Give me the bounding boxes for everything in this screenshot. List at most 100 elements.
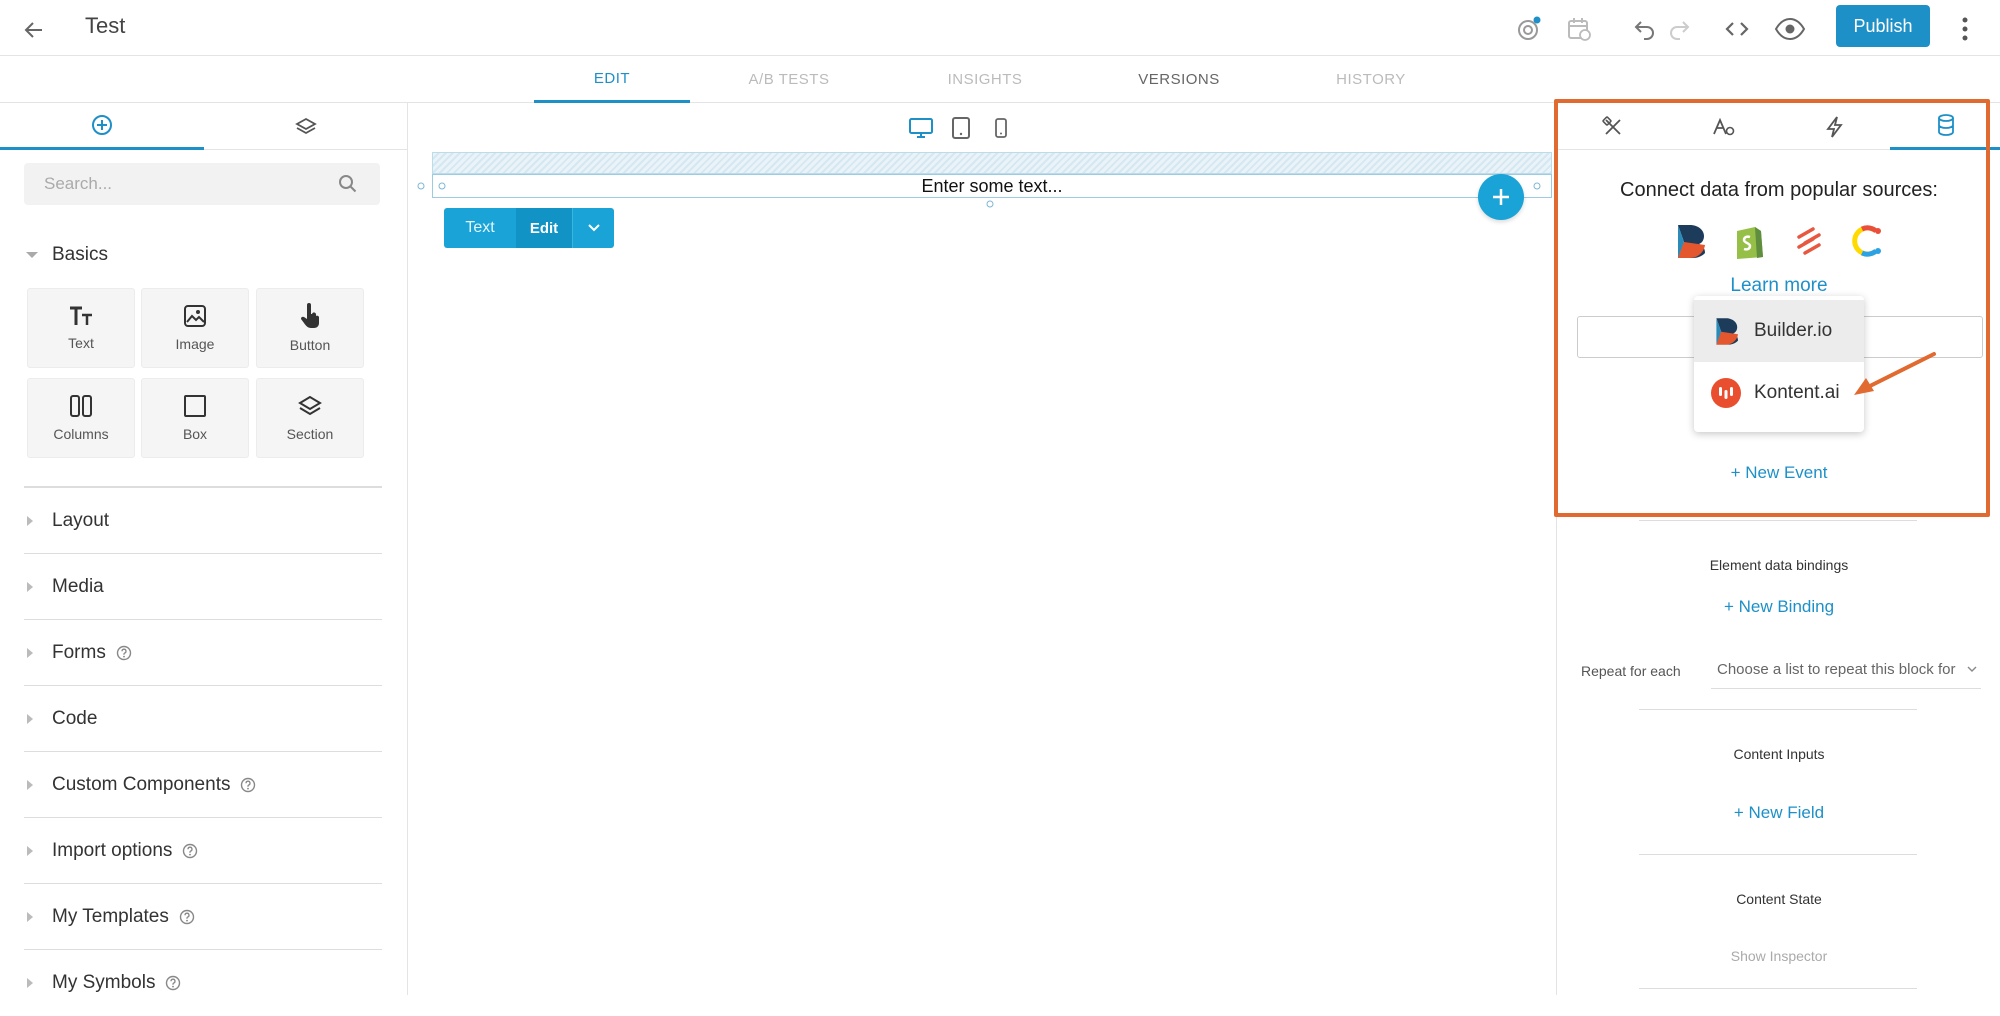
tab-versions[interactable]: VERSIONS: [1100, 56, 1258, 103]
data-source-dropdown: Builder.io Kontent.ai: [1694, 296, 1864, 432]
block-button[interactable]: Button: [256, 288, 364, 368]
section-basics-header[interactable]: Basics: [24, 225, 108, 285]
right-panel: Connect data from popular sources: Learn…: [1556, 103, 2000, 995]
box-icon: [184, 395, 206, 417]
code-icon[interactable]: [1718, 10, 1756, 48]
search-field[interactable]: [24, 163, 380, 205]
resize-handle-inner-left[interactable]: [437, 181, 447, 191]
block-label: Columns: [53, 426, 109, 442]
dropdown-item-kontent-ai[interactable]: Kontent.ai: [1694, 362, 1864, 424]
tab-insert[interactable]: [0, 103, 204, 150]
help-icon[interactable]: [116, 645, 132, 661]
element-bindings-title: Element data bindings: [1709, 557, 1849, 573]
caret-right-icon: [24, 580, 48, 594]
builder-io-logo[interactable]: [1670, 221, 1710, 261]
section-custom-components[interactable]: Custom Components: [24, 752, 382, 818]
undo-icon[interactable]: [1626, 10, 1664, 48]
text-block[interactable]: Enter some text...: [432, 174, 1552, 198]
search-icon[interactable]: [338, 174, 358, 194]
page-title[interactable]: Test: [85, 12, 125, 40]
tab-typography[interactable]: [1668, 103, 1779, 150]
section-code[interactable]: Code: [24, 686, 382, 752]
new-binding-link[interactable]: + New Binding: [1557, 597, 2000, 617]
tab-interactions[interactable]: [1779, 103, 1890, 150]
tab-edit[interactable]: EDIT: [534, 56, 690, 103]
block-image[interactable]: Image: [141, 288, 249, 368]
section-label: Layout: [52, 509, 110, 531]
section-layout[interactable]: Layout: [24, 488, 382, 554]
caret-right-icon: [24, 646, 48, 660]
help-icon[interactable]: [179, 909, 195, 925]
shopify-logo[interactable]: [1729, 221, 1769, 261]
section-forms[interactable]: Forms: [24, 620, 382, 686]
back-arrow-icon[interactable]: [16, 12, 52, 48]
section-import-options[interactable]: Import options: [24, 818, 382, 884]
block-label: Image: [175, 336, 215, 352]
content-inputs-title: Content Inputs: [1733, 746, 1825, 762]
search-input[interactable]: [44, 163, 324, 205]
tab-style[interactable]: [1557, 103, 1668, 150]
section-label: Code: [52, 707, 98, 729]
swell-logo[interactable]: [1789, 221, 1829, 261]
new-field-link[interactable]: + New Field: [1557, 803, 2000, 823]
layers-icon: [298, 395, 322, 416]
section-my-symbols[interactable]: My Symbols: [24, 950, 382, 1016]
main-tabs: EDIT A/B TESTS INSIGHTS VERSIONS HISTORY: [0, 56, 2000, 103]
block-text[interactable]: Text: [27, 288, 135, 368]
tablet-icon[interactable]: [946, 113, 976, 143]
tab-insights[interactable]: INSIGHTS: [906, 56, 1064, 103]
schedule-icon[interactable]: [1560, 10, 1598, 48]
tab-ab-tests[interactable]: A/B TESTS: [710, 56, 868, 103]
tab-layers[interactable]: [204, 103, 408, 150]
block-label: Button: [289, 337, 331, 353]
hand-pointer-icon: [300, 303, 319, 328]
caret-right-icon: [24, 778, 48, 792]
resize-handle-bottom[interactable]: [985, 199, 995, 209]
caret-right-icon: [24, 514, 48, 528]
contentful-logo[interactable]: [1849, 221, 1889, 261]
new-event-link[interactable]: + New Event: [1557, 463, 2000, 483]
help-icon[interactable]: [165, 975, 181, 991]
learn-more-link[interactable]: Learn more: [1557, 275, 2000, 297]
repeat-for-each-label: Repeat for each: [1581, 663, 1681, 679]
tab-data[interactable]: [1890, 103, 2000, 150]
tab-history[interactable]: HISTORY: [1292, 56, 1450, 103]
more-vert-icon[interactable]: [1946, 10, 1984, 48]
help-icon[interactable]: [240, 777, 256, 793]
mobile-icon[interactable]: [986, 113, 1016, 143]
caret-down-icon: [26, 252, 38, 258]
section-label: Forms: [52, 641, 106, 663]
block-box[interactable]: Box: [141, 378, 249, 458]
redo-icon[interactable]: [1660, 10, 1698, 48]
element-type-label[interactable]: Text: [444, 208, 516, 248]
preview-eye-icon[interactable]: [1771, 10, 1809, 48]
annotation-arrow: [1854, 352, 1936, 395]
padding-indicator: [432, 152, 1552, 174]
section-media[interactable]: Media: [24, 554, 382, 620]
right-panel-tabs: [1557, 103, 2000, 150]
content-state-title: Content State: [1736, 891, 1822, 907]
targeting-icon[interactable]: [1510, 10, 1548, 48]
edit-button[interactable]: Edit: [516, 208, 572, 248]
repeat-list-placeholder: Choose a list to repeat this block for: [1717, 661, 1956, 678]
left-sidebar: Basics Text Image Button Columns Box Sec…: [0, 103, 408, 995]
add-block-button[interactable]: [1478, 174, 1524, 220]
dropdown-item-builder-io[interactable]: Builder.io: [1694, 300, 1864, 362]
repeat-list-select[interactable]: Choose a list to repeat this block for: [1711, 651, 1981, 689]
section-my-templates[interactable]: My Templates: [24, 884, 382, 950]
resize-handle-left[interactable]: [416, 181, 426, 191]
section-label: My Templates: [52, 905, 169, 927]
database-icon: [1937, 114, 1954, 136]
publish-button[interactable]: Publish: [1836, 5, 1930, 47]
block-columns[interactable]: Columns: [27, 378, 135, 458]
chevron-down-icon[interactable]: [572, 208, 614, 248]
section-label: Custom Components: [52, 773, 231, 795]
resize-handle-right[interactable]: [1532, 181, 1542, 191]
section-label: My Symbols: [52, 972, 156, 993]
editor-canvas[interactable]: Enter some text... Text Edit: [408, 103, 1556, 995]
help-icon[interactable]: [182, 843, 198, 859]
show-inspector-button[interactable]: Show Inspector: [1557, 948, 2000, 964]
block-section[interactable]: Section: [256, 378, 364, 458]
dropdown-item-label: Kontent.ai: [1754, 382, 1840, 403]
desktop-icon[interactable]: [906, 113, 936, 143]
